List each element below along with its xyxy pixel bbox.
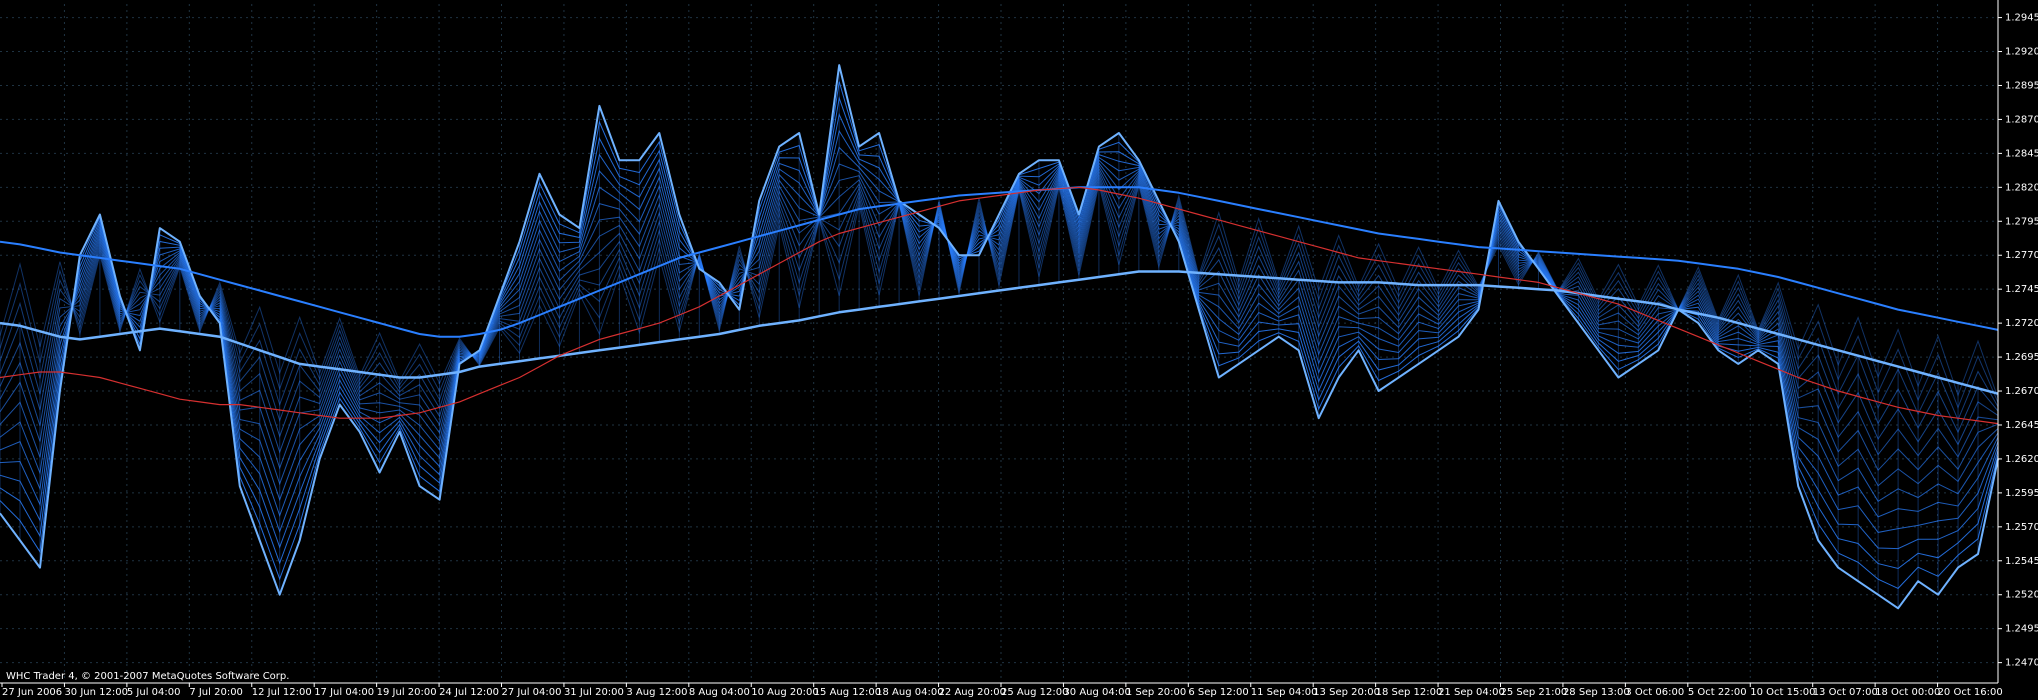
x-tick-label: 19 Jul 20:00: [377, 687, 437, 698]
x-tick-label: 21 Sep 04:00: [1438, 687, 1505, 698]
y-tick-label: 1.2645: [2005, 420, 2038, 431]
x-tick-label: 15 Aug 12:00: [814, 687, 881, 698]
y-tick-label: 1.2795: [2005, 216, 2038, 227]
y-tick-label: 1.2945: [2005, 13, 2038, 24]
x-tick-label: 10 Aug 20:00: [751, 687, 818, 698]
y-tick-label: 1.2520: [2005, 590, 2038, 601]
x-tick-label: 12 Jul 12:00: [252, 687, 312, 698]
x-tick-label: 10 Oct 15:00: [1750, 687, 1815, 698]
x-tick-label: 6 Sep 12:00: [1188, 687, 1248, 698]
x-tick-label: 13 Oct 07:00: [1813, 687, 1878, 698]
x-tick-label: 18 Aug 04:00: [876, 687, 943, 698]
price-chart: 1.2945 1.2920 1.2895 1.2870 1.2845 1.2820 1.27…: [0, 0, 2038, 698]
y-tick-label: 1.2545: [2005, 556, 2038, 567]
y-tick-label: 1.2895: [2005, 80, 2038, 91]
axis-layer: [0, 0, 1999, 684]
y-tick-label: 1.2845: [2005, 148, 2038, 159]
x-tick-label: 18 Oct 00:00: [1875, 687, 1940, 698]
y-tick-label: 1.2570: [2005, 522, 2038, 533]
x-tick-label: 30 Jun 12:00: [64, 687, 128, 698]
y-tick-label: 1.2745: [2005, 284, 2038, 295]
y-tick-label: 1.2620: [2005, 454, 2038, 465]
x-tick-label: 25 Aug 12:00: [1001, 687, 1068, 698]
y-tick-label: 1.2720: [2005, 318, 2038, 329]
y-tick-label: 1.2495: [2005, 624, 2038, 635]
x-tick-label: 25 Sep 21:00: [1501, 687, 1568, 698]
y-tick-label: 1.2670: [2005, 386, 2038, 397]
y-tick-label: 1.2470: [2005, 658, 2038, 669]
x-tick-label: 22 Aug 20:00: [939, 687, 1006, 698]
x-tick-label: 20 Oct 16:00: [1938, 687, 2003, 698]
x-tick-label: 5 Jul 04:00: [127, 687, 181, 698]
grid-layer: [0, 4, 1998, 683]
x-tick-label: 27 Jun 2006: [2, 687, 62, 698]
x-tick-label: 5 Oct 22:00: [1688, 687, 1747, 698]
x-tick-label: 27 Jul 04:00: [502, 687, 562, 698]
x-tick-label: 11 Sep 04:00: [1251, 687, 1318, 698]
x-tick-label: 31 Jul 20:00: [564, 687, 624, 698]
x-tick-label: 30 Aug 04:00: [1063, 687, 1130, 698]
chart-window: 1.2945 1.2920 1.2895 1.2870 1.2845 1.2820 1.27…: [0, 0, 2038, 700]
x-tick-label: 17 Jul 04:00: [314, 687, 374, 698]
y-axis-ticks: 1.2945 1.2920 1.2895 1.2870 1.2845 1.2820 1.27…: [1998, 13, 2038, 669]
x-tick-label: 7 Jul 20:00: [189, 687, 243, 698]
x-axis-ticks: 27 Jun 2006 30 Jun 12:005 Jul 04:00 7 Jul …: [1, 683, 2003, 698]
x-tick-label: 3 Aug 12:00: [626, 687, 687, 698]
y-tick-label: 1.2820: [2005, 182, 2038, 193]
x-tick-label: 28 Sep 13:00: [1563, 687, 1630, 698]
y-tick-label: 1.2770: [2005, 250, 2038, 261]
copyright-text: WHC Trader 4, © 2001-2007 MetaQuotes Sof…: [6, 671, 289, 682]
x-tick-label: 8 Aug 04:00: [689, 687, 750, 698]
x-tick-label: 3 Oct 06:00: [1625, 687, 1684, 698]
x-tick-label: 13 Sep 20:00: [1313, 687, 1380, 698]
y-tick-label: 1.2595: [2005, 488, 2038, 499]
x-tick-label: 1 Sep 20:00: [1126, 687, 1186, 698]
y-tick-label: 1.2920: [2005, 47, 2038, 58]
y-tick-label: 1.2695: [2005, 352, 2038, 363]
y-tick-label: 1.2870: [2005, 114, 2038, 125]
x-tick-label: 18 Sep 12:00: [1376, 687, 1443, 698]
x-tick-label: 24 Jul 12:00: [439, 687, 499, 698]
